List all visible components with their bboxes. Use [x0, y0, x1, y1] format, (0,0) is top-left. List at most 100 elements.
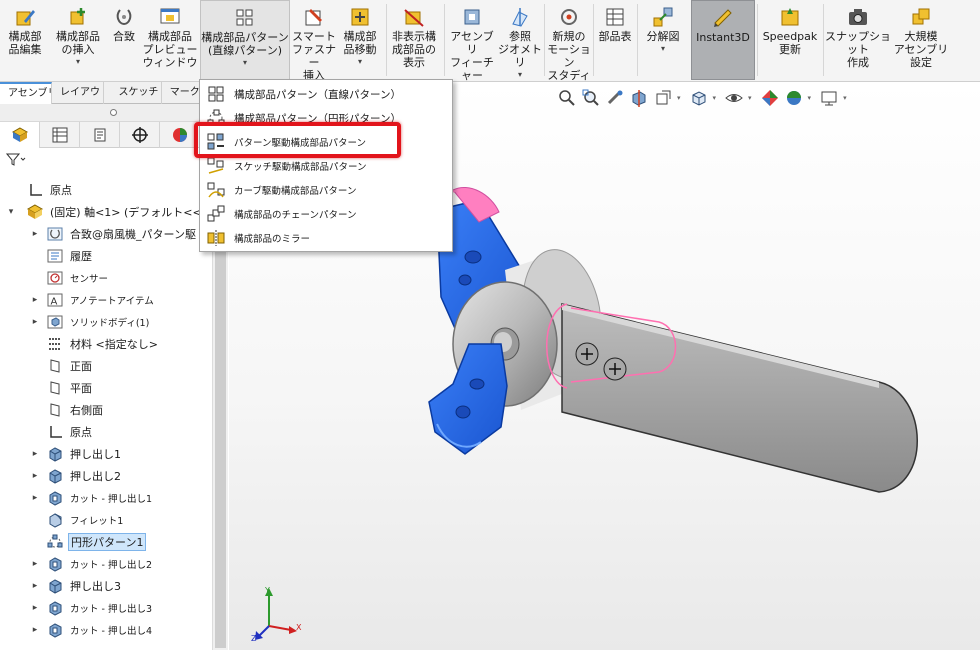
- chevron-down-icon[interactable]: ▾: [518, 70, 522, 79]
- expander-closed-icon[interactable]: ▸: [30, 581, 40, 591]
- curve-driven-icon: [206, 180, 226, 200]
- tree-item-origin-part[interactable]: 原点: [0, 421, 212, 443]
- tree-item-circular-pattern-1[interactable]: 円形パターン1: [0, 531, 212, 553]
- reference-geometry-icon: [509, 6, 531, 28]
- tree-item-cut-extrude-4[interactable]: ▸ カット - 押し出し4: [0, 619, 212, 641]
- tree-item-history[interactable]: 履歴: [0, 245, 212, 267]
- tree-item-extrude-3[interactable]: ▸ 押し出し3: [0, 575, 212, 597]
- exploded-view-button[interactable]: 分解図 ▾: [639, 0, 687, 80]
- insert-component-button[interactable]: 構成部品 の挿入 ▾: [50, 0, 106, 80]
- expander-closed-icon[interactable]: ▸: [30, 449, 40, 459]
- component-pattern-dropdown: 構成部品パターン（直線パターン） 構成部品パターン（円形パターン） パターン駆動…: [199, 79, 453, 252]
- tree-item-cut-extrude-1[interactable]: ▸ カット - 押し出し1: [0, 487, 212, 509]
- tree-item-extrude-1[interactable]: ▸ 押し出し1: [0, 443, 212, 465]
- tab-assembly[interactable]: アセンブリ: [0, 82, 53, 104]
- chevron-down-icon[interactable]: ▾: [76, 57, 80, 66]
- component-preview-button[interactable]: 構成部品 プレビュー ウィンドウ: [142, 0, 198, 80]
- manager-tabs: [0, 122, 227, 148]
- reference-geometry-button[interactable]: 参照 ジオメトリ ▾: [498, 0, 542, 80]
- cut-extrude-icon: [46, 599, 64, 617]
- cut-extrude-icon: [46, 621, 64, 639]
- motion-study-icon: [558, 6, 580, 28]
- take-snapshot-button[interactable]: スナップショット 作成: [825, 0, 891, 80]
- new-motion-study-button[interactable]: 新規の モーション スタディ: [546, 0, 592, 82]
- expander-closed-icon[interactable]: ▸: [30, 229, 40, 239]
- tree-item-shaft-part[interactable]: ▾ (固定) 軸<1> (デフォルト<<デフ: [0, 201, 224, 223]
- menu-item-curve-driven[interactable]: カーブ駆動構成部品パターン: [200, 178, 452, 202]
- component-preview-icon: [159, 6, 181, 28]
- chevron-down-icon[interactable]: ▾: [661, 44, 665, 53]
- expander-closed-icon[interactable]: ▸: [30, 603, 40, 613]
- orientation-triad: [255, 588, 297, 640]
- plane-icon: [46, 401, 64, 419]
- fan-blade-lower[interactable]: [428, 343, 508, 455]
- splitter-handle[interactable]: [110, 109, 117, 116]
- expander-open-icon[interactable]: ▾: [6, 207, 16, 217]
- speedpak-icon: [779, 6, 801, 28]
- chevron-down-icon[interactable]: ▾: [358, 57, 362, 66]
- tree-item-cut-extrude-2[interactable]: ▸ カット - 押し出し2: [0, 553, 212, 575]
- tab-dimxpert-manager[interactable]: [120, 122, 160, 148]
- tab-display-manager[interactable]: [160, 122, 200, 148]
- tab-configuration-manager[interactable]: [80, 122, 120, 148]
- tree-item-origin[interactable]: 原点: [0, 179, 212, 201]
- expander-closed-icon[interactable]: ▸: [30, 625, 40, 635]
- expander-closed-icon[interactable]: ▸: [30, 493, 40, 503]
- tree-item-right-plane[interactable]: 右側面: [0, 399, 212, 421]
- menu-item-pattern-driven[interactable]: パターン駆動構成部品パターン: [200, 130, 452, 154]
- component-pattern-button[interactable]: 構成部品パターン (直線パターン) ▾: [200, 0, 290, 80]
- panel-splitter[interactable]: [0, 104, 227, 122]
- tree-item-solid-bodies[interactable]: ▸ ソリッドボディ(1): [0, 311, 212, 333]
- menu-item-chain-pattern[interactable]: 構成部品のチェーンパターン: [200, 202, 452, 226]
- tab-markup[interactable]: マーク: [162, 82, 200, 104]
- ribbon-separator: [444, 4, 445, 76]
- tab-layout[interactable]: レイアウト: [52, 82, 105, 104]
- chain-pattern-icon: [206, 204, 226, 224]
- menu-item-circular-pattern[interactable]: 構成部品パターン（円形パターン）: [200, 106, 452, 130]
- insert-component-icon: [67, 6, 89, 28]
- triad-y-label: Y: [265, 586, 270, 595]
- tab-feature-manager[interactable]: [0, 122, 40, 148]
- tree-item-material[interactable]: 材料 <指定なし>: [0, 333, 212, 355]
- feature-manager-icon: [11, 127, 28, 142]
- expander-closed-icon[interactable]: ▸: [30, 295, 40, 305]
- bom-button[interactable]: 部品表: [595, 0, 635, 80]
- circular-pattern-icon: [206, 108, 226, 128]
- svg-text:A: A: [51, 297, 58, 308]
- expander-closed-icon[interactable]: ▸: [30, 471, 40, 481]
- mate-button[interactable]: 合致: [108, 0, 140, 80]
- large-assembly-settings-button[interactable]: 大規模 アセンブリ 設定: [893, 0, 949, 80]
- menu-item-mirror[interactable]: 構成部品のミラー: [200, 226, 452, 250]
- edit-component-button[interactable]: 構成部 品編集: [2, 0, 48, 80]
- smart-fastener-icon: [303, 6, 325, 28]
- tree-item-extrude-2[interactable]: ▸ 押し出し2: [0, 465, 212, 487]
- tab-sketch[interactable]: スケッチ: [104, 82, 162, 104]
- expander-closed-icon[interactable]: ▸: [30, 317, 40, 327]
- tree-item-cut-extrude-3[interactable]: ▸ カット - 押し出し3: [0, 597, 212, 619]
- move-component-button[interactable]: 構成部 品移動 ▾: [338, 0, 382, 80]
- tree-item-front-plane[interactable]: 正面: [0, 355, 212, 377]
- tree-item-top-plane[interactable]: 平面: [0, 377, 212, 399]
- filter-icon: [6, 153, 26, 166]
- tree-item-annotations[interactable]: ▸ A アノテートアイテム: [0, 289, 212, 311]
- linear-pattern-icon: [234, 7, 256, 29]
- support-arm[interactable]: [546, 303, 918, 493]
- speedpak-update-button[interactable]: Speedpak 更新: [759, 0, 821, 80]
- instant3d-button[interactable]: Instant3D: [691, 0, 755, 80]
- menu-item-linear-pattern[interactable]: 構成部品パターン（直線パターン）: [200, 82, 452, 106]
- menu-item-sketch-driven[interactable]: スケッチ駆動構成部品パターン: [200, 154, 452, 178]
- show-hidden-components-button[interactable]: 非表示構 成部品の 表示: [388, 0, 440, 80]
- tab-property-manager[interactable]: [40, 122, 80, 148]
- chevron-down-icon[interactable]: ▾: [243, 58, 247, 67]
- tree-filter[interactable]: [0, 148, 227, 170]
- circular-pattern-icon: [46, 533, 64, 551]
- sketch-driven-icon: [206, 156, 226, 176]
- assembly-feature-button[interactable]: アセンブリ フィーチャー ▾: [446, 0, 498, 92]
- linear-pattern-icon: [206, 84, 226, 104]
- expander-closed-icon[interactable]: ▸: [30, 559, 40, 569]
- cut-extrude-icon: [46, 489, 64, 507]
- tree-item-sensors[interactable]: センサー: [0, 267, 212, 289]
- tree-item-fillet-1[interactable]: フィレット1: [0, 509, 212, 531]
- tree-item-mates[interactable]: ▸ 合致@扇風機_パターン駆: [0, 223, 212, 245]
- smart-fastener-button[interactable]: スマート ファスナー 挿入: [292, 0, 336, 82]
